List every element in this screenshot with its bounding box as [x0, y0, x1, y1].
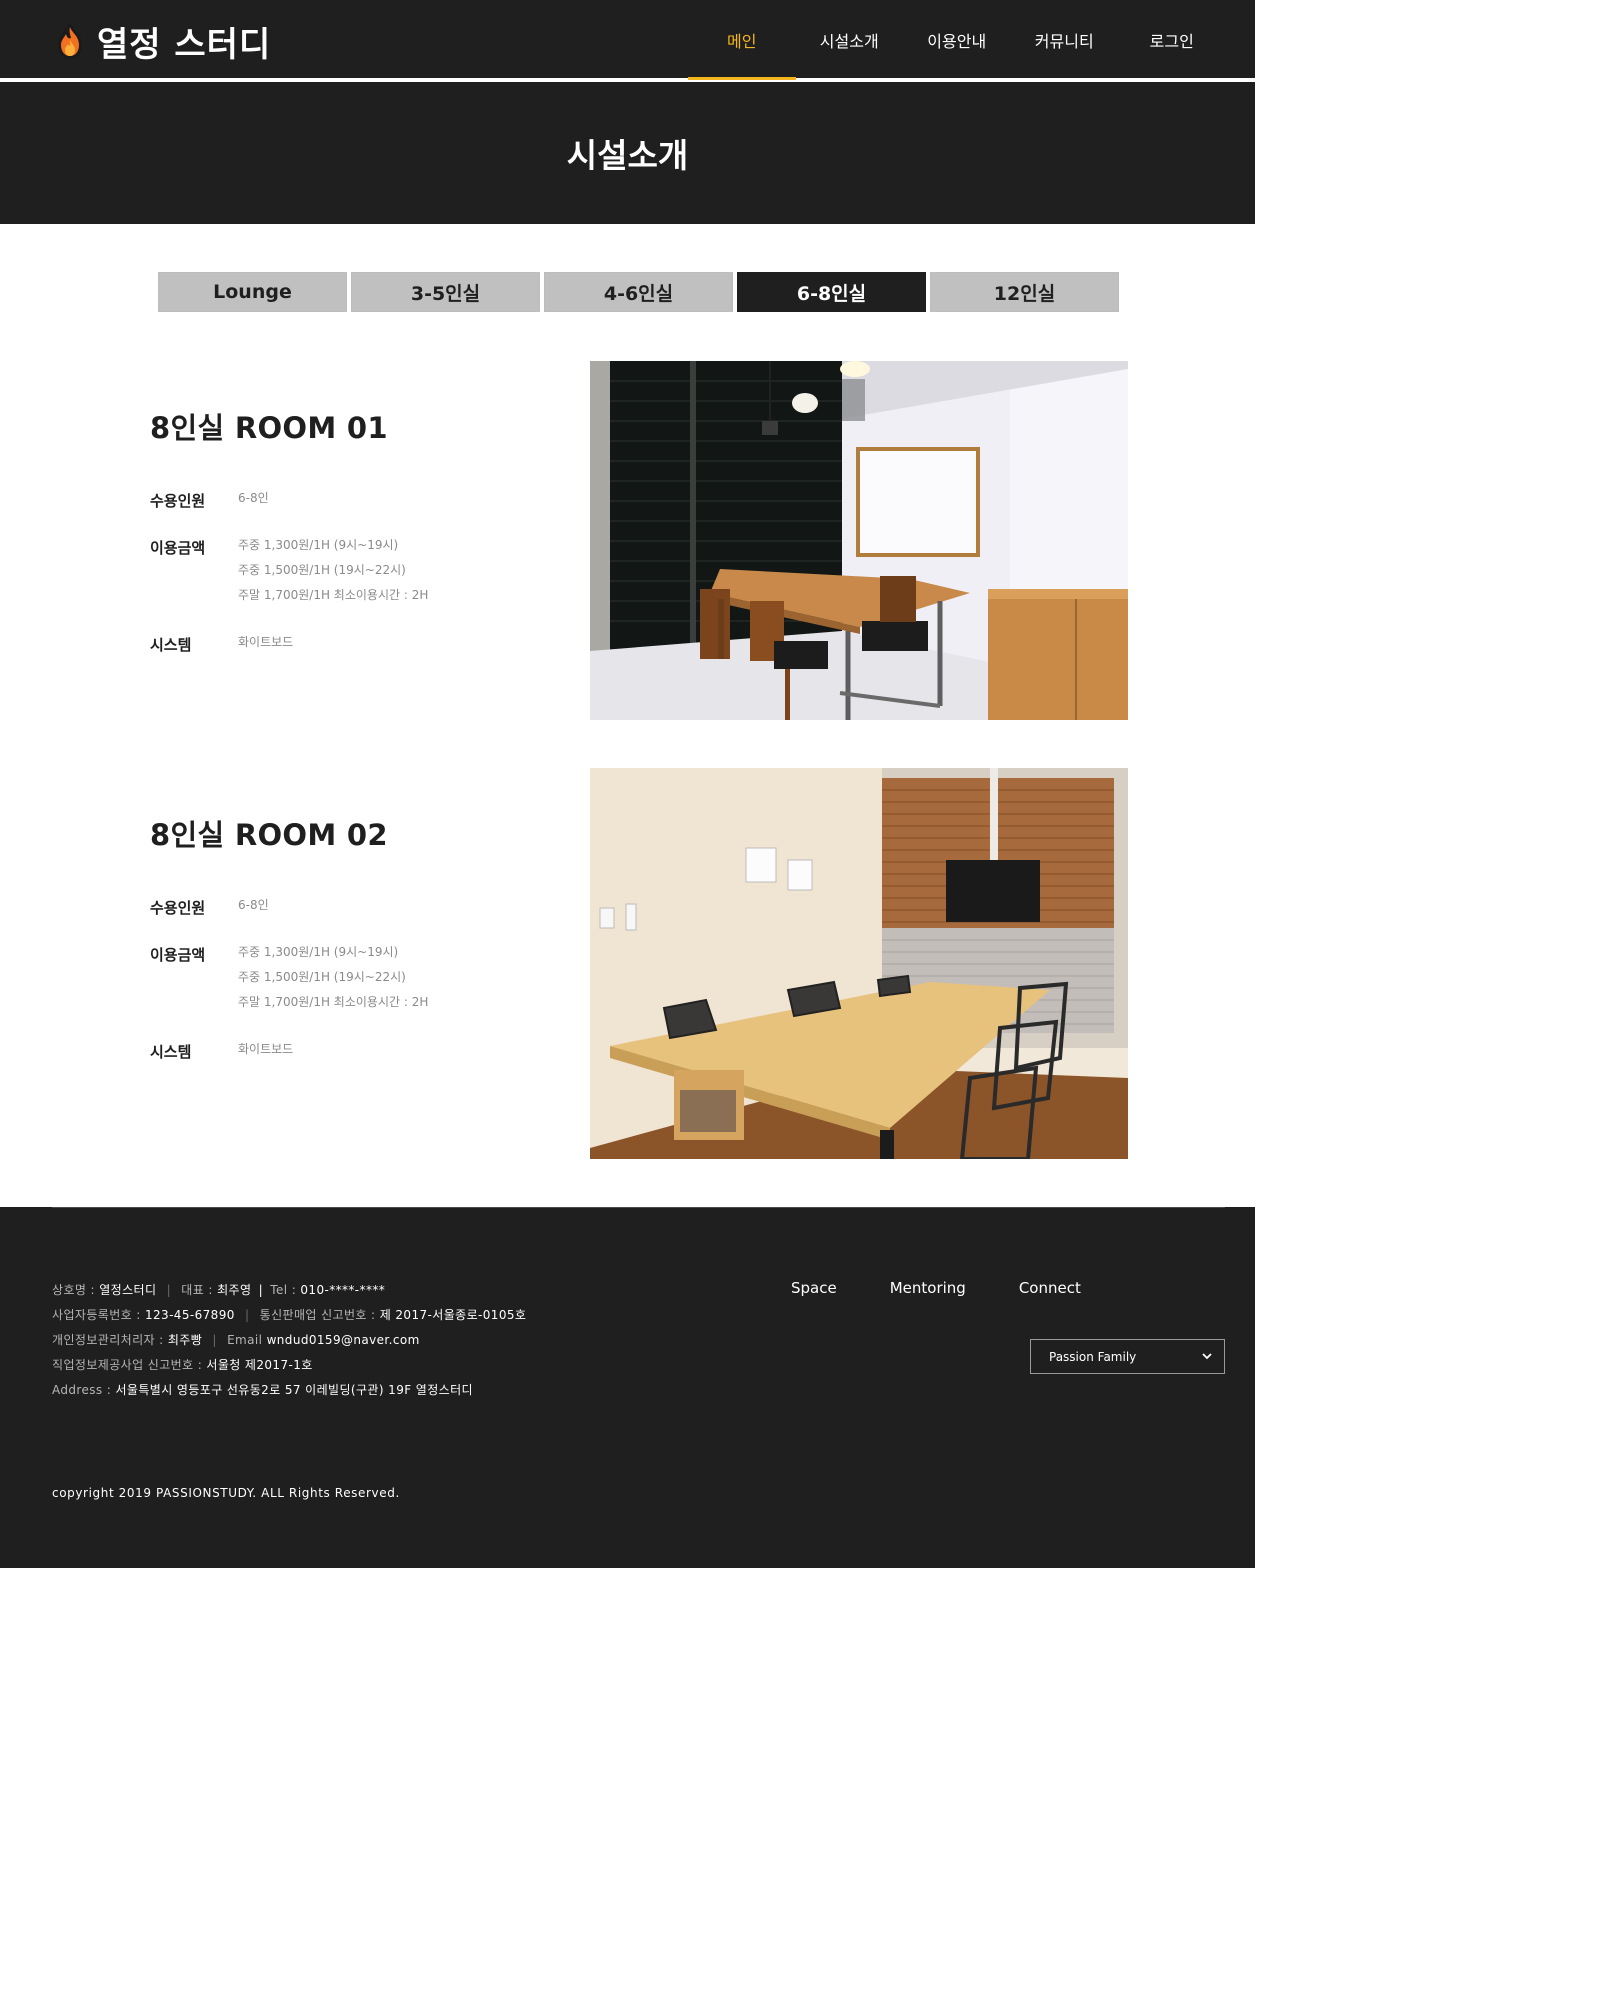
room-info: 8인실 ROOM 02 수용인원 6-8인 이용금액 주중 1,300원/1H …: [150, 768, 570, 1087]
room-photo: [590, 361, 1128, 720]
family-site-select[interactable]: Passion Family: [1030, 1339, 1225, 1374]
spec-value: 6-8인: [238, 898, 269, 912]
company-name: 열정스터디: [99, 1283, 157, 1297]
page-banner: 시설소개: [0, 82, 1255, 224]
room-title: 8인실 ROOM 01: [150, 411, 388, 445]
room-card: 8인실 ROOM 01 수용인원 6-8인 이용금액 주중 1,300원/1H …: [150, 361, 1128, 720]
footer-divider: [52, 1207, 1225, 1208]
company-label: 상호명 :: [52, 1283, 95, 1297]
room-tabs: Lounge 3-5인실 4-6인실 6-8인실 12인실: [158, 272, 1119, 312]
tel-label: Tel :: [270, 1283, 297, 1297]
footer-link-space[interactable]: Space: [791, 1279, 837, 1297]
privacy-label: 개인정보관리처리자 :: [52, 1333, 164, 1347]
ecommerce-value: 제 2017-서울종로-0105호: [379, 1308, 527, 1322]
spec-value: 화이트보드: [238, 635, 294, 649]
footer-link-mentoring[interactable]: Mentoring: [890, 1279, 966, 1297]
spec-system: 시스템 화이트보드: [150, 1040, 570, 1065]
logo[interactable]: 열정 스터디: [55, 20, 271, 65]
nav-item-main[interactable]: 메인: [688, 0, 796, 80]
spec-capacity: 수용인원 6-8인: [150, 896, 570, 921]
flame-icon: [57, 23, 83, 59]
spec-value: 주중 1,300원/1H (9시~19시): [238, 945, 399, 959]
site-header: 열정 스터디 메인 시설소개 이용안내 커뮤니티 로그인: [0, 0, 1255, 80]
nav-item-community[interactable]: 커뮤니티: [1011, 0, 1119, 80]
tab-12[interactable]: 12인실: [930, 272, 1119, 312]
nav-item-facility[interactable]: 시설소개: [796, 0, 904, 80]
spec-label: 시스템: [150, 1043, 192, 1061]
footer-links: Space Mentoring Connect: [791, 1279, 1081, 1297]
bizno-value: 123-45-67890: [144, 1308, 235, 1322]
job-value: 서울청 제2017-1호: [206, 1358, 313, 1372]
page-title: 시설소개: [566, 136, 689, 175]
email-value: wndud0159@naver.com: [266, 1333, 420, 1347]
room-title: 8인실 ROOM 02: [150, 818, 388, 852]
spec-value: 주중 1,500원/1H (19시~22시): [238, 970, 406, 984]
address-label: Address :: [52, 1383, 112, 1397]
address-value: 서울특별시 영등포구 선유동2로 57 이레빌딩(구관) 19F 열정스터디: [115, 1383, 473, 1397]
tab-lounge[interactable]: Lounge: [158, 272, 347, 312]
spec-label: 이용금액: [150, 946, 206, 964]
family-select-value: Passion Family: [1049, 1349, 1137, 1364]
ecommerce-label: 통신판매업 신고번호 :: [259, 1308, 376, 1322]
spec-capacity: 수용인원 6-8인: [150, 489, 570, 514]
ceo-label: 대표 :: [181, 1283, 213, 1297]
job-label: 직업정보제공사업 신고번호 :: [52, 1358, 203, 1372]
spec-label: 수용인원: [150, 899, 206, 917]
room-photo: [590, 768, 1128, 1159]
spec-value: 주중 1,300원/1H (9시~19시): [238, 538, 399, 552]
spec-system: 시스템 화이트보드: [150, 633, 570, 658]
tab-4-6[interactable]: 4-6인실: [544, 272, 733, 312]
business-info: 상호명 : 열정스터디 | 대표 : 최주영 | Tel : 010-****-…: [52, 1283, 527, 1397]
spec-value: 6-8인: [238, 491, 269, 505]
spec-value: 주중 1,500원/1H (19시~22시): [238, 563, 406, 577]
spec-value: 화이트보드: [238, 1042, 294, 1056]
spec-value: 주말 1,700원/1H 최소이용시간 : 2H: [238, 995, 429, 1009]
spec-label: 시스템: [150, 636, 192, 654]
spec-price: 이용금액 주중 1,300원/1H (9시~19시) 주중 1,500원/1H …: [150, 536, 570, 611]
bizno-label: 사업자등록번호 :: [52, 1308, 141, 1322]
room-info: 8인실 ROOM 01 수용인원 6-8인 이용금액 주중 1,300원/1H …: [150, 361, 570, 680]
footer-link-connect[interactable]: Connect: [1019, 1279, 1081, 1297]
spec-label: 이용금액: [150, 539, 206, 557]
tab-6-8[interactable]: 6-8인실: [737, 272, 926, 312]
nav-item-login[interactable]: 로그인: [1118, 0, 1226, 80]
privacy-value: 최주빵: [167, 1333, 203, 1347]
copyright: copyright 2019 PASSIONSTUDY. ALL Rights …: [52, 1486, 400, 1500]
main-nav: 메인 시설소개 이용안내 커뮤니티 로그인: [688, 0, 1226, 80]
logo-text: 열정 스터디: [97, 24, 272, 65]
ceo-name: 최주영: [217, 1283, 252, 1297]
room-card: 8인실 ROOM 02 수용인원 6-8인 이용금액 주중 1,300원/1H …: [150, 768, 1128, 1159]
tab-3-5[interactable]: 3-5인실: [351, 272, 540, 312]
site-footer: 상호명 : 열정스터디 | 대표 : 최주영 | Tel : 010-****-…: [0, 1207, 1255, 1568]
nav-item-guide[interactable]: 이용안내: [903, 0, 1011, 80]
tel-value: 010-****-****: [300, 1283, 386, 1297]
spec-value: 주말 1,700원/1H 최소이용시간 : 2H: [238, 588, 429, 602]
email-label: Email: [227, 1333, 263, 1347]
spec-label: 수용인원: [150, 492, 206, 510]
spec-price: 이용금액 주중 1,300원/1H (9시~19시) 주중 1,500원/1H …: [150, 943, 570, 1018]
chevron-down-icon: [1202, 1353, 1212, 1360]
